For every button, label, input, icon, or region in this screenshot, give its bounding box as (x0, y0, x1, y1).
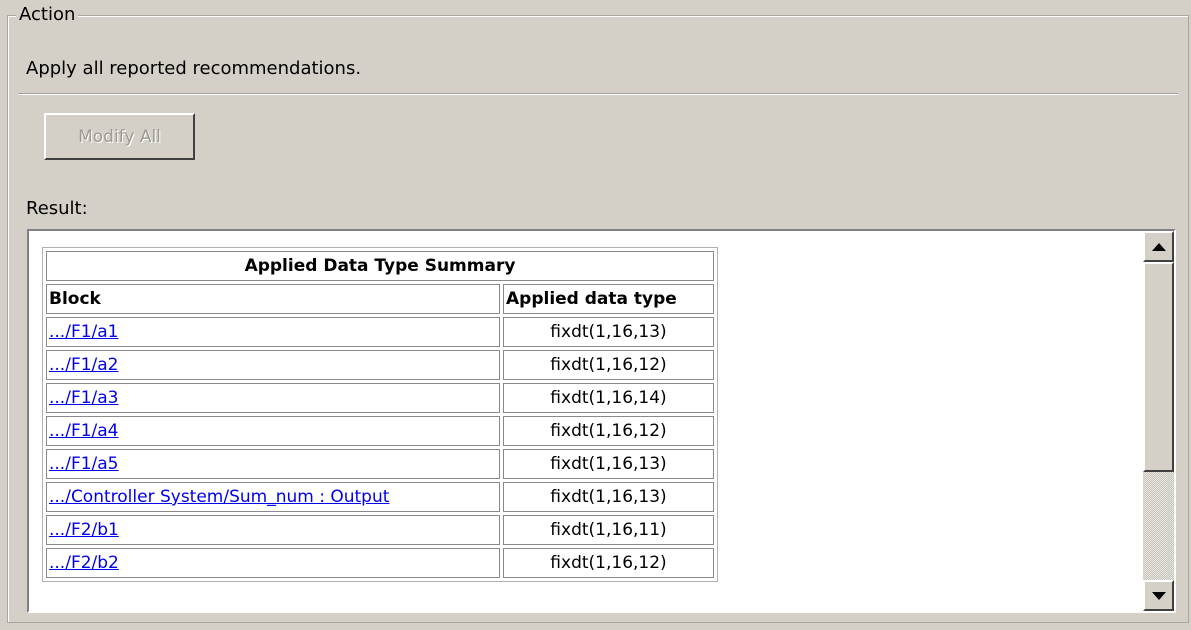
block-cell: .../F1/a4 (46, 416, 500, 446)
block-link[interactable]: .../Controller System/Sum_num : Output (49, 487, 389, 507)
column-header-block: Block (46, 284, 500, 314)
table-row: .../F2/b2 fixdt(1,16,12) (46, 548, 714, 578)
applied-data-type-cell: fixdt(1,16,12) (503, 416, 714, 446)
vertical-scrollbar[interactable] (1143, 231, 1174, 611)
block-link[interactable]: .../F1/a1 (49, 322, 119, 342)
table-row: .../F1/a1 fixdt(1,16,13) (46, 317, 714, 347)
scroll-down-arrow-icon (1151, 591, 1166, 600)
block-cell: .../F2/b2 (46, 548, 500, 578)
modify-all-button[interactable]: Modify All (44, 113, 195, 160)
result-label: Result: (26, 198, 88, 219)
block-link[interactable]: .../F1/a5 (49, 454, 119, 474)
table-row: .../F2/b1 fixdt(1,16,11) (46, 515, 714, 545)
block-link[interactable]: .../F1/a3 (49, 388, 119, 408)
table-row: .../F1/a3 fixdt(1,16,14) (46, 383, 714, 413)
applied-data-type-cell: fixdt(1,16,14) (503, 383, 714, 413)
block-link[interactable]: .../F1/a4 (49, 421, 119, 441)
block-cell: .../F1/a1 (46, 317, 500, 347)
separator (18, 93, 1178, 95)
block-cell: .../F1/a2 (46, 350, 500, 380)
applied-data-type-cell: fixdt(1,16,12) (503, 350, 714, 380)
applied-data-type-cell: fixdt(1,16,12) (503, 548, 714, 578)
block-link[interactable]: .../F2/b1 (49, 520, 119, 540)
result-panel: Applied Data Type Summary Block Applied … (27, 229, 1176, 613)
action-group-title: Action (16, 3, 79, 27)
table-row: .../Controller System/Sum_num : Output f… (46, 482, 714, 512)
applied-data-type-cell: fixdt(1,16,13) (503, 449, 714, 479)
table-row: .../F1/a2 fixdt(1,16,12) (46, 350, 714, 380)
applied-data-type-summary-table: Applied Data Type Summary Block Applied … (42, 247, 718, 582)
block-cell: .../Controller System/Sum_num : Output (46, 482, 500, 512)
applied-data-type-cell: fixdt(1,16,13) (503, 482, 714, 512)
block-link[interactable]: .../F1/a2 (49, 355, 119, 375)
scroll-down-button[interactable] (1143, 580, 1174, 611)
scroll-thumb[interactable] (1143, 262, 1174, 472)
table-row: .../F1/a5 fixdt(1,16,13) (46, 449, 714, 479)
applied-data-type-cell: fixdt(1,16,13) (503, 317, 714, 347)
scroll-up-arrow-icon (1151, 242, 1166, 251)
applied-data-type-cell: fixdt(1,16,11) (503, 515, 714, 545)
column-header-applied-data-type: Applied data type (503, 284, 714, 314)
table-row: .../F1/a4 fixdt(1,16,12) (46, 416, 714, 446)
block-link[interactable]: .../F2/b2 (49, 553, 119, 573)
scroll-up-button[interactable] (1143, 231, 1174, 262)
block-cell: .../F1/a3 (46, 383, 500, 413)
table-title: Applied Data Type Summary (46, 251, 714, 281)
block-cell: .../F2/b1 (46, 515, 500, 545)
action-description: Apply all reported recommendations. (26, 58, 362, 79)
block-cell: .../F1/a5 (46, 449, 500, 479)
result-content: Applied Data Type Summary Block Applied … (29, 231, 1143, 611)
